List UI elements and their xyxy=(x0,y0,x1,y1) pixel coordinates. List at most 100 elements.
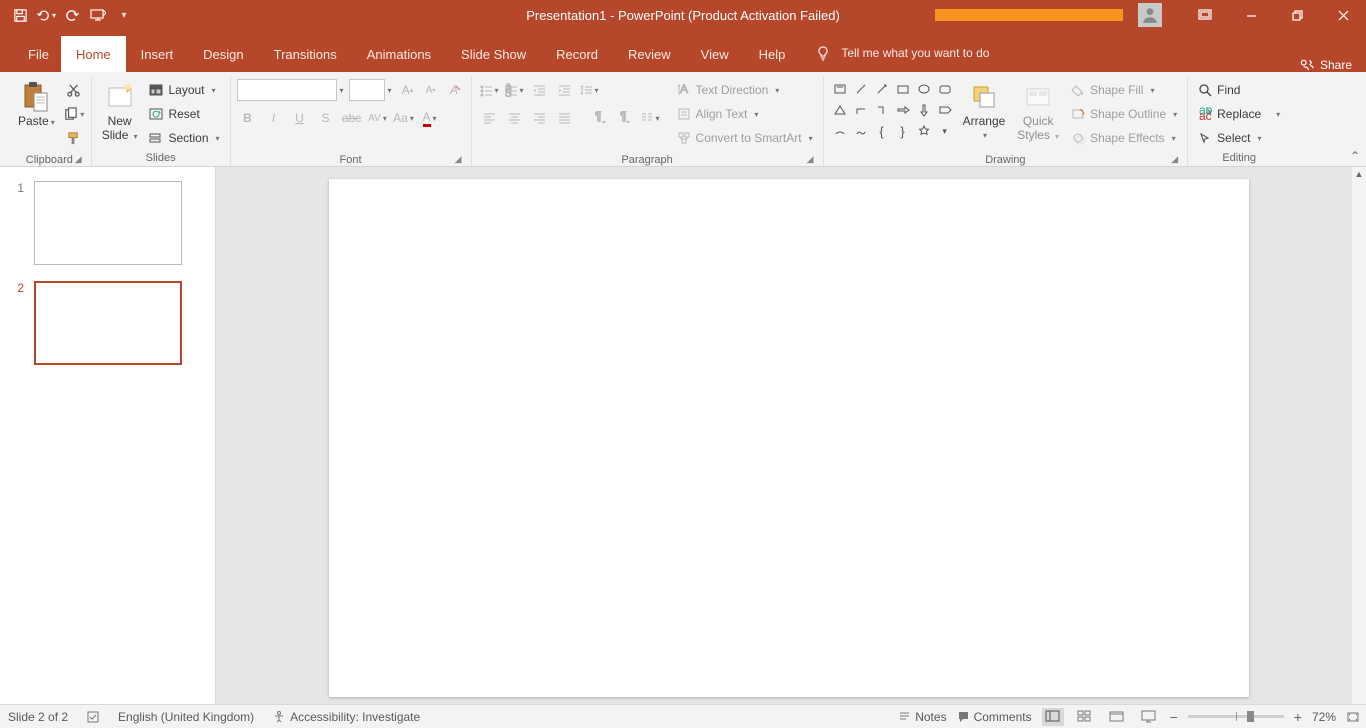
shape-arrow-down-icon[interactable] xyxy=(914,100,934,120)
slideshow-view-button[interactable] xyxy=(1138,708,1160,726)
decrease-indent-button[interactable] xyxy=(528,79,550,101)
tell-me-search[interactable]: Tell me what you want to do xyxy=(800,34,1004,72)
tab-home[interactable]: Home xyxy=(61,36,126,72)
change-case-button[interactable]: Aa▾ xyxy=(393,107,415,129)
thumbnail-2[interactable]: 2 xyxy=(0,281,215,381)
notes-button[interactable]: Notes xyxy=(898,710,946,724)
shadow-button[interactable]: S xyxy=(315,107,337,129)
thumbnail-preview[interactable] xyxy=(34,281,182,365)
paste-button[interactable]: Paste▾ xyxy=(14,79,59,131)
tab-animations[interactable]: Animations xyxy=(352,36,446,72)
redo-icon[interactable] xyxy=(62,5,82,25)
qat-customize-icon[interactable]: ▾ xyxy=(114,5,134,25)
font-color-button[interactable]: A▾ xyxy=(419,107,441,129)
close-button[interactable] xyxy=(1320,0,1366,30)
shape-oval-icon[interactable] xyxy=(914,79,934,99)
align-text-button[interactable]: Align Text▾ xyxy=(673,103,817,125)
shape-lbrace-icon[interactable]: { xyxy=(872,121,892,141)
layout-button[interactable]: Layout▾ xyxy=(145,79,223,101)
tab-record[interactable]: Record xyxy=(541,36,613,72)
increase-indent-button[interactable] xyxy=(553,79,575,101)
normal-view-button[interactable] xyxy=(1042,708,1064,726)
shape-roundrect-icon[interactable] xyxy=(935,79,955,99)
new-slide-button[interactable]: New Slide ▾ xyxy=(98,79,142,145)
justify-button[interactable] xyxy=(553,107,575,129)
align-right-button[interactable] xyxy=(528,107,550,129)
language-indicator[interactable]: English (United Kingdom) xyxy=(118,710,254,724)
zoom-slider[interactable] xyxy=(1188,715,1284,718)
cut-button[interactable] xyxy=(63,79,85,101)
increase-font-button[interactable]: A▴ xyxy=(397,79,419,101)
italic-button[interactable]: I xyxy=(263,107,285,129)
reset-button[interactable]: Reset xyxy=(145,103,223,125)
accessibility-indicator[interactable]: Accessibility: Investigate xyxy=(272,710,420,724)
section-button[interactable]: Section▾ xyxy=(145,127,223,149)
zoom-level[interactable]: 72% xyxy=(1312,710,1336,724)
find-button[interactable]: Find xyxy=(1194,79,1284,101)
sorter-view-button[interactable] xyxy=(1074,708,1096,726)
tab-transitions[interactable]: Transitions xyxy=(259,36,352,72)
ltr-button[interactable]: ¶ xyxy=(589,107,611,129)
columns-button[interactable]: ▾ xyxy=(639,107,661,129)
scroll-up-icon[interactable]: ▲ xyxy=(1352,167,1366,181)
comments-button[interactable]: Comments xyxy=(957,710,1032,724)
numbering-button[interactable]: 123▾ xyxy=(503,79,525,101)
char-spacing-button[interactable]: AV▾ xyxy=(367,107,389,129)
font-family-input[interactable] xyxy=(237,79,337,101)
shape-rect-icon[interactable] xyxy=(893,79,913,99)
tab-view[interactable]: View xyxy=(686,36,744,72)
collapse-ribbon-icon[interactable]: ⌃ xyxy=(1350,149,1360,163)
quick-styles-button[interactable]: Quick Styles ▾ xyxy=(1013,79,1063,145)
shapes-more-icon[interactable]: ▾ xyxy=(935,121,955,141)
slide-indicator[interactable]: Slide 2 of 2 xyxy=(8,710,68,724)
font-launcher[interactable]: ◢ xyxy=(237,154,465,166)
tab-help[interactable]: Help xyxy=(744,36,801,72)
replace-button[interactable]: abacReplace▾ xyxy=(1194,103,1284,125)
shape-textbox-icon[interactable] xyxy=(830,79,850,99)
shape-rbrace-icon[interactable]: } xyxy=(893,121,913,141)
zoom-in-button[interactable]: + xyxy=(1294,709,1302,725)
shape-line-icon[interactable] xyxy=(851,79,871,99)
tab-design[interactable]: Design xyxy=(188,36,258,72)
slide-canvas[interactable] xyxy=(329,179,1249,697)
shape-elbow2-icon[interactable] xyxy=(872,100,892,120)
tab-slideshow[interactable]: Slide Show xyxy=(446,36,541,72)
align-center-button[interactable] xyxy=(503,107,525,129)
undo-icon[interactable]: ▾ xyxy=(36,5,56,25)
thumbnail-1[interactable]: 1 xyxy=(0,181,215,281)
shape-effects-button[interactable]: Shape Effects▾ xyxy=(1067,127,1181,149)
bullets-button[interactable]: ▾ xyxy=(478,79,500,101)
minimize-button[interactable] xyxy=(1228,0,1274,30)
reading-view-button[interactable] xyxy=(1106,708,1128,726)
save-icon[interactable] xyxy=(10,5,30,25)
paragraph-launcher[interactable]: ◢ xyxy=(478,154,817,166)
tab-file[interactable]: File xyxy=(16,36,61,72)
bold-button[interactable]: B xyxy=(237,107,259,129)
vertical-scrollbar[interactable]: ▲ xyxy=(1352,167,1366,704)
select-button[interactable]: Select▾ xyxy=(1194,127,1284,149)
copy-button[interactable]: ▾ xyxy=(63,103,85,125)
shape-arrow-right-icon[interactable] xyxy=(893,100,913,120)
tab-review[interactable]: Review xyxy=(613,36,686,72)
maximize-button[interactable] xyxy=(1274,0,1320,30)
shapes-gallery[interactable]: { } ▾ xyxy=(830,79,955,141)
shape-triangle-icon[interactable] xyxy=(830,100,850,120)
shape-arc-icon[interactable] xyxy=(830,121,850,141)
tab-insert[interactable]: Insert xyxy=(126,36,189,72)
shape-pentagon-icon[interactable] xyxy=(935,100,955,120)
thumbnail-preview[interactable] xyxy=(34,181,182,265)
line-spacing-button[interactable]: ▾ xyxy=(578,79,600,101)
rtl-button[interactable]: ¶ xyxy=(614,107,636,129)
shape-elbow-icon[interactable] xyxy=(851,100,871,120)
shape-fill-button[interactable]: Shape Fill▾ xyxy=(1067,79,1181,101)
start-from-beginning-icon[interactable] xyxy=(88,5,108,25)
shape-arrowline-icon[interactable] xyxy=(872,79,892,99)
underline-button[interactable]: U xyxy=(289,107,311,129)
clipboard-launcher[interactable]: ◢ xyxy=(14,154,85,166)
shape-star-icon[interactable] xyxy=(914,121,934,141)
spellcheck-icon[interactable] xyxy=(86,710,100,724)
decrease-font-button[interactable]: A▾ xyxy=(420,79,442,101)
zoom-out-button[interactable]: − xyxy=(1170,709,1178,725)
shape-outline-button[interactable]: Shape Outline▾ xyxy=(1067,103,1181,125)
shape-curve-icon[interactable] xyxy=(851,121,871,141)
